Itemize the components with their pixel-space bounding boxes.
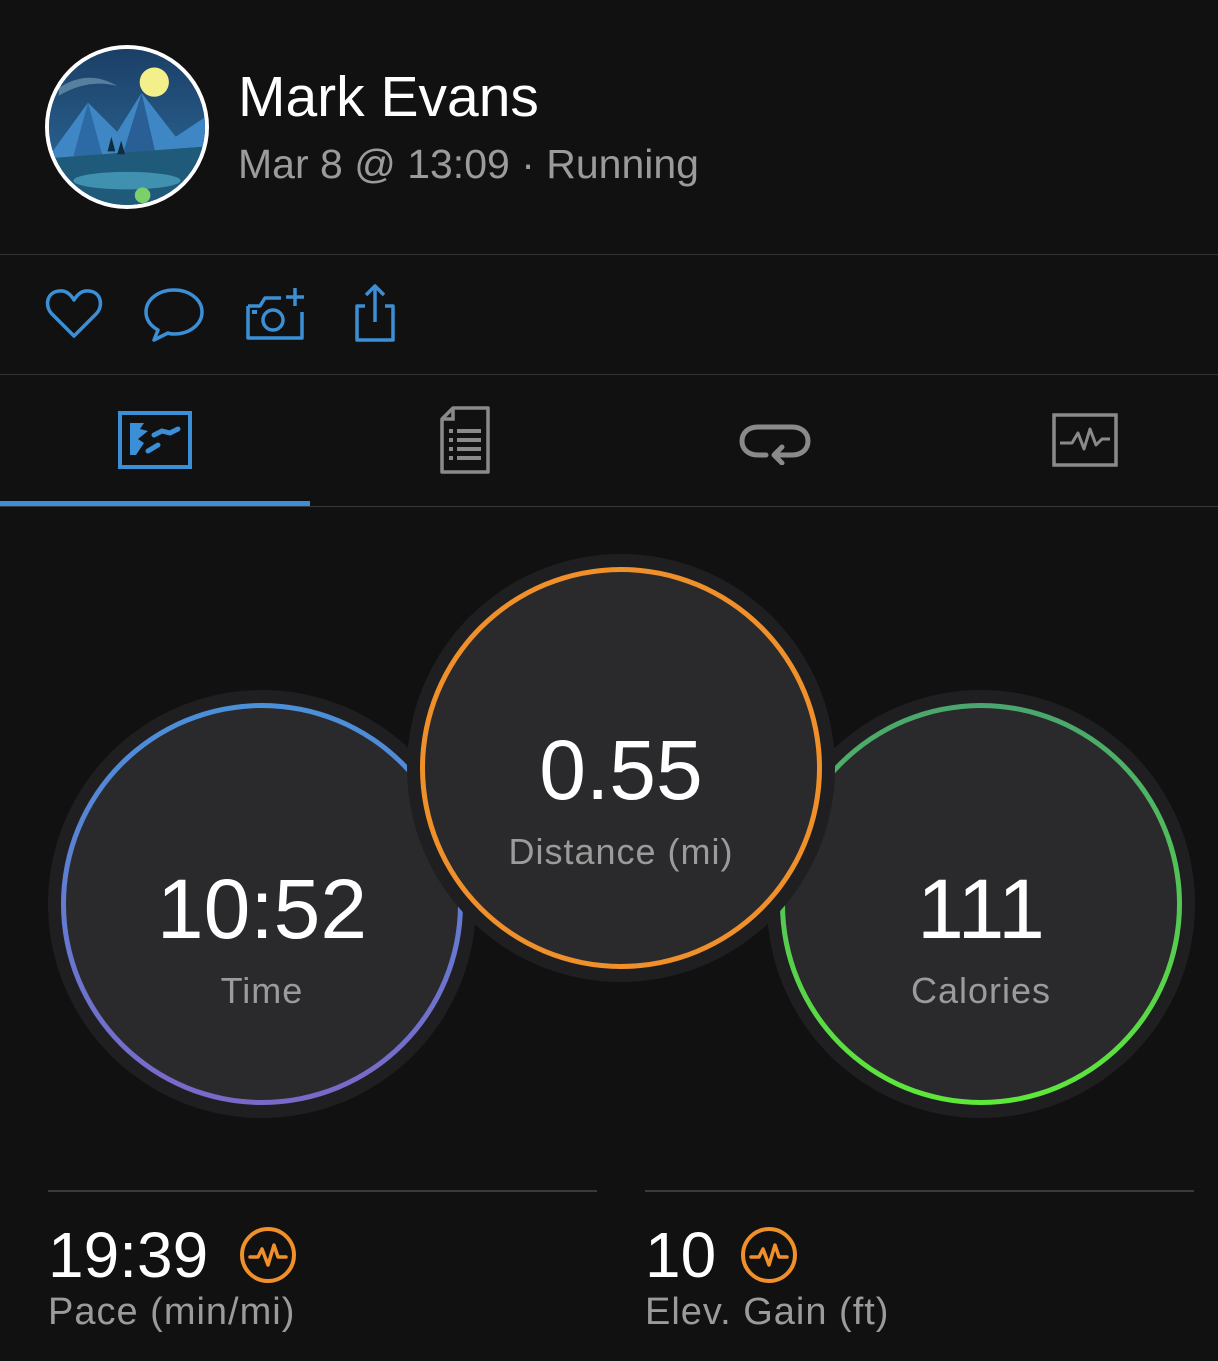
user-name[interactable]: Mark Evans — [238, 64, 539, 130]
calories-value: 111 — [917, 862, 1045, 956]
elevation-divider — [645, 1190, 1194, 1192]
time-ring: 10:52 Time — [61, 703, 463, 1105]
tab-laps[interactable] — [620, 375, 930, 505]
document-list-icon — [440, 406, 490, 474]
repeat-icon — [739, 424, 811, 465]
distance-value: 0.55 — [539, 723, 703, 817]
distance-label: Distance (mi) — [508, 831, 734, 872]
overview-map-icon — [118, 411, 192, 469]
pace-value: 19:39 — [48, 1219, 209, 1291]
activity-date-type: Mar 8 @ 13:09 · Running — [238, 141, 699, 187]
add-photo-button[interactable] — [243, 282, 307, 346]
share-icon — [355, 284, 395, 342]
distance-ring: 0.55 Distance (mi) — [420, 567, 822, 969]
calories-label: Calories — [910, 970, 1052, 1011]
comment-icon — [144, 288, 204, 342]
header-divider — [0, 254, 1218, 255]
pace-divider — [48, 1190, 597, 1192]
camera-add-icon — [246, 288, 304, 340]
time-value: 10:52 — [156, 862, 368, 956]
tabs-divider — [0, 506, 1218, 507]
elevation-value: 10 — [645, 1219, 717, 1291]
activity-detail-screen: Mark Evans Mar 8 @ 13:09 · Running 10:52… — [0, 0, 1218, 1361]
activity-chart-icon — [1052, 413, 1118, 467]
pace-label: Pace (min/mi) — [48, 1291, 296, 1333]
tab-overview[interactable] — [0, 375, 310, 505]
like-button[interactable] — [42, 282, 106, 346]
share-button[interactable] — [343, 282, 407, 346]
elevation-label: Elev. Gain (ft) — [645, 1291, 890, 1333]
heart-icon — [45, 289, 103, 338]
activity-header: Mark Evans Mar 8 @ 13:09 · Running — [0, 0, 1218, 254]
avatar-image — [49, 49, 205, 205]
pace-pulse-icon[interactable] — [239, 1226, 297, 1284]
pulse-icon — [240, 1227, 296, 1283]
avatar[interactable] — [45, 45, 209, 209]
pulse-icon — [741, 1227, 797, 1283]
calories-ring: 111 Calories — [780, 703, 1182, 1105]
comment-button[interactable] — [142, 282, 206, 346]
elevation-pulse-icon[interactable] — [740, 1226, 798, 1284]
time-label: Time — [220, 970, 304, 1011]
tab-stats[interactable] — [310, 375, 620, 505]
tab-charts[interactable] — [930, 375, 1218, 505]
